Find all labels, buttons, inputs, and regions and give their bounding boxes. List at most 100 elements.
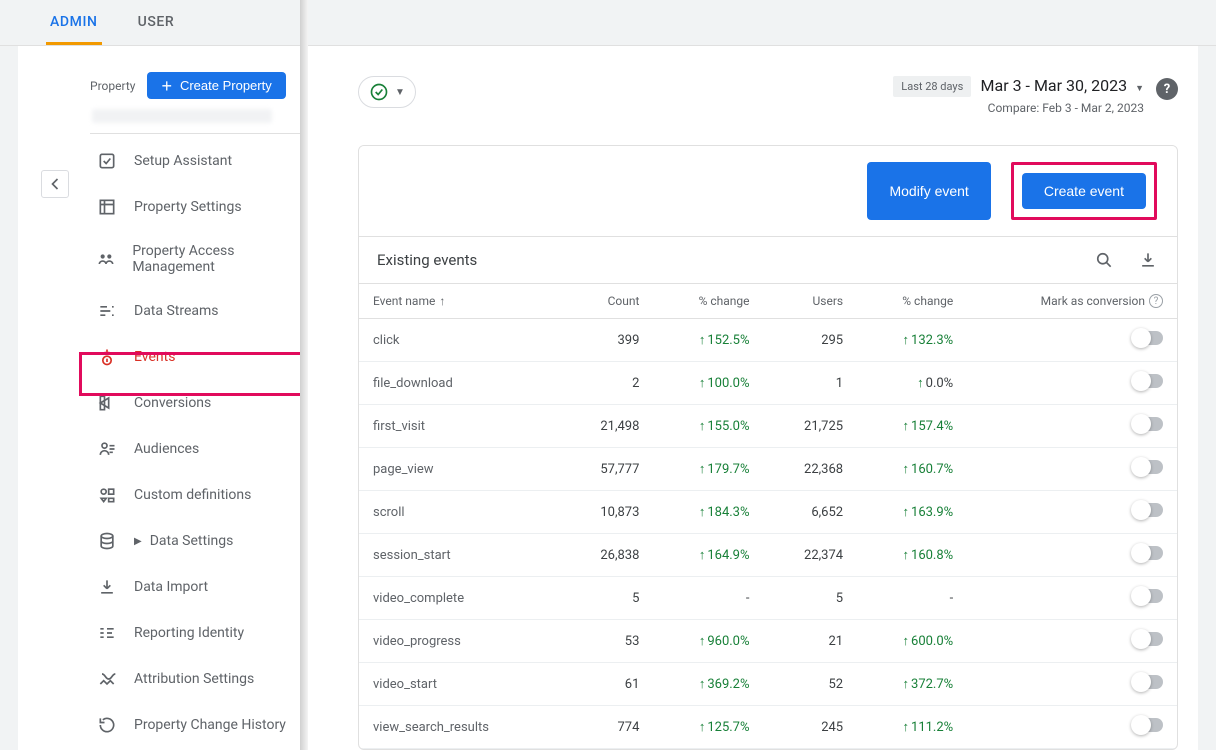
event-name: scroll: [359, 491, 560, 534]
create-property-label: Create Property: [180, 78, 272, 93]
conversion-toggle[interactable]: [1133, 546, 1163, 560]
sidebar-item-reporting-identity[interactable]: Reporting Identity: [78, 610, 318, 656]
col-users[interactable]: Users: [764, 284, 858, 319]
main-content: ▼ Last 28 days Mar 3 - Mar 30, 2023 Comp…: [318, 46, 1198, 750]
event-users-change: ↑111.2%: [857, 706, 967, 749]
help-icon[interactable]: ?: [1156, 78, 1178, 100]
col-users-change[interactable]: % change: [857, 284, 967, 319]
event-users: 21: [764, 620, 858, 663]
help-tooltip-icon[interactable]: ?: [1149, 294, 1163, 308]
event-name: click: [359, 319, 560, 362]
event-users: 6,652: [764, 491, 858, 534]
property-label: Property: [90, 79, 135, 93]
table-row: click399↑152.5%295↑132.3%: [359, 319, 1177, 362]
status-filter-pill[interactable]: ▼: [358, 76, 416, 108]
conversion-toggle[interactable]: [1133, 589, 1163, 603]
event-users-change: ↑163.9%: [857, 491, 967, 534]
arrow-left-icon: [45, 174, 65, 194]
sidebar-item-label: Property Settings: [134, 199, 242, 215]
table-row: video_start61↑369.2%52↑372.7%: [359, 663, 1177, 706]
sidebar-item-data-settings[interactable]: ▶ Data Settings: [78, 518, 318, 564]
caret-right-icon: ▶: [134, 536, 142, 547]
download-icon[interactable]: [1137, 249, 1159, 271]
sidebar-item-property-access-management[interactable]: Property Access Management: [78, 230, 318, 288]
sidebar-item-property-settings[interactable]: Property Settings: [78, 184, 318, 230]
event-count: 53: [560, 620, 654, 663]
event-users: 52: [764, 663, 858, 706]
tab-user[interactable]: USER: [134, 0, 179, 45]
event-users: 22,374: [764, 534, 858, 577]
conversion-toggle[interactable]: [1133, 417, 1163, 431]
date-range-text: Mar 3 - Mar 30, 2023: [981, 76, 1128, 95]
conversion-toggle[interactable]: [1133, 460, 1163, 474]
event-users-change: ↑0.0%: [857, 362, 967, 405]
chevron-down-icon: [1131, 76, 1144, 95]
compare-range-text: Compare: Feb 3 - Mar 2, 2023: [893, 101, 1144, 115]
create-event-button[interactable]: Create event: [1022, 173, 1146, 209]
event-count-change: ↑960.0%: [653, 620, 763, 663]
sidebar-item-data-import[interactable]: Data Import: [78, 564, 318, 610]
event-count-change: ↑179.7%: [653, 448, 763, 491]
sidebar-item-audiences[interactable]: Audiences: [78, 426, 318, 472]
conversion-toggle[interactable]: [1133, 675, 1163, 689]
event-count-change: ↑100.0%: [653, 362, 763, 405]
event-count: 774: [560, 706, 654, 749]
streams-icon: [96, 301, 118, 321]
event-name: page_view: [359, 448, 560, 491]
event-users: 295: [764, 319, 858, 362]
col-event-name[interactable]: Event name↑: [359, 284, 560, 319]
event-users-change: ↑160.8%: [857, 534, 967, 577]
audience-icon: [96, 439, 118, 459]
sidebar-item-label: Conversions: [134, 395, 211, 411]
event-users-change: ↑132.3%: [857, 319, 967, 362]
search-icon[interactable]: [1093, 249, 1115, 271]
col-conversion: Mark as conversion?: [967, 284, 1177, 319]
highlight-create-annotation: Create event: [1011, 162, 1157, 220]
sidebar-item-custom-definitions[interactable]: Custom definitions: [78, 472, 318, 518]
event-count: 57,777: [560, 448, 654, 491]
people-icon: [96, 249, 116, 269]
event-users-change: ↑157.4%: [857, 405, 967, 448]
sidebar-item-setup-assistant[interactable]: Setup Assistant: [78, 138, 318, 184]
event-count: 5: [560, 577, 654, 620]
modify-event-button[interactable]: Modify event: [867, 162, 990, 220]
event-count-change: ↑155.0%: [653, 405, 763, 448]
sidebar-item-conversions[interactable]: Conversions: [78, 380, 318, 426]
conversion-toggle[interactable]: [1133, 374, 1163, 388]
conversion-toggle[interactable]: [1133, 331, 1163, 345]
conversion-toggle[interactable]: [1133, 503, 1163, 517]
create-property-button[interactable]: + Create Property: [147, 72, 285, 99]
check-circle-icon: [369, 82, 389, 102]
event-conversion-toggle-cell: [967, 491, 1177, 534]
event-users-change: -: [857, 577, 967, 620]
event-name: view_search_results: [359, 706, 560, 749]
event-users: 5: [764, 577, 858, 620]
conversion-toggle[interactable]: [1133, 632, 1163, 646]
sidebar-item-label: Attribution Settings: [134, 671, 254, 687]
sidebar-item-data-streams[interactable]: Data Streams: [78, 288, 318, 334]
event-name: session_start: [359, 534, 560, 577]
col-count[interactable]: Count: [560, 284, 654, 319]
conversion-toggle[interactable]: [1133, 718, 1163, 732]
divider: [90, 133, 300, 134]
event-users: 245: [764, 706, 858, 749]
event-count: 61: [560, 663, 654, 706]
table-row: video_progress53↑960.0%21↑600.0%: [359, 620, 1177, 663]
event-name: video_start: [359, 663, 560, 706]
table-row: view_search_results774↑125.7%245↑111.2%: [359, 706, 1177, 749]
sidebar: Property + Create Property Setup Assista…: [18, 46, 318, 750]
table-row: scroll10,873↑184.3%6,652↑163.9%: [359, 491, 1177, 534]
col-count-change[interactable]: % change: [653, 284, 763, 319]
tab-admin[interactable]: ADMIN: [46, 0, 102, 45]
date-range-picker[interactable]: Mar 3 - Mar 30, 2023: [981, 76, 1144, 95]
sidebar-item-label: Data Settings: [150, 533, 234, 549]
event-name: video_progress: [359, 620, 560, 663]
back-arrow-button[interactable]: [41, 170, 69, 198]
sidebar-item-attribution-settings[interactable]: Attribution Settings: [78, 656, 318, 702]
sidebar-item-label: Data Streams: [134, 303, 219, 319]
sidebar-item-events[interactable]: Events: [78, 334, 318, 380]
scroll-divider: [300, 0, 308, 750]
sidebar-item-property-change-history[interactable]: Property Change History: [78, 702, 318, 748]
event-count: 399: [560, 319, 654, 362]
events-card: Modify event Create event Existing event…: [358, 145, 1178, 750]
